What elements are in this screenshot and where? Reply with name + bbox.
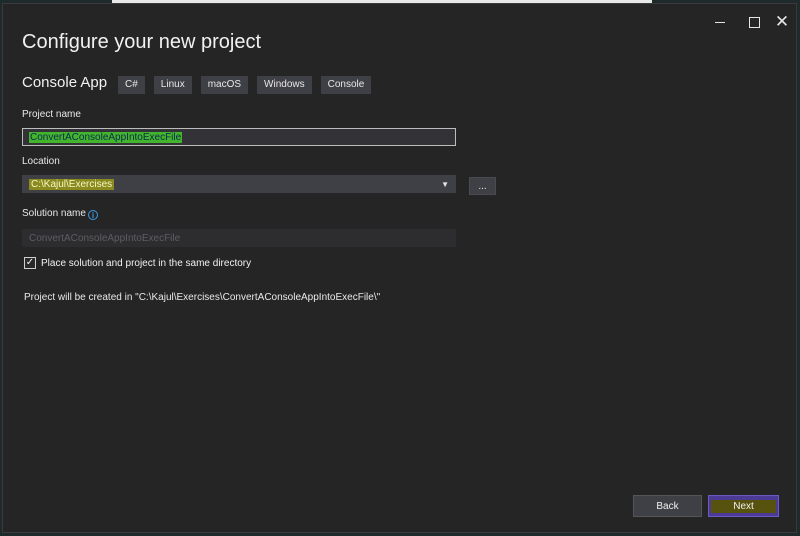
location-combobox[interactable]: C:\Kajul\Exercises ▼	[22, 175, 456, 193]
location-value: C:\Kajul\Exercises	[29, 178, 115, 190]
project-path-text: Project will be created in "C:\Kajul\Exe…	[24, 292, 381, 303]
same-directory-checkbox[interactable]: ✓	[24, 257, 36, 269]
template-name: Console App	[22, 74, 108, 91]
configure-project-dialog: ✕ Configure your new project Console App…	[2, 3, 797, 533]
chevron-down-icon[interactable]: ▼	[441, 180, 449, 189]
project-name-value: ConvertAConsoleAppIntoExecFile	[29, 131, 183, 143]
back-button-label: Back	[656, 500, 679, 512]
minimize-icon	[715, 21, 725, 23]
tag-macos: macOS	[200, 76, 249, 94]
location-label: Location	[22, 156, 60, 167]
close-button[interactable]: ✕	[765, 11, 799, 33]
tag-csharp: C#	[118, 76, 145, 94]
minimize-button[interactable]	[703, 11, 737, 33]
info-icon[interactable]: i	[88, 210, 98, 220]
next-button[interactable]: Next	[708, 495, 779, 517]
solution-name-placeholder: ConvertAConsoleAppIntoExecFile	[29, 232, 181, 244]
solution-name-label: Solution name	[22, 208, 86, 219]
maximize-icon	[748, 16, 760, 28]
solution-name-input: ConvertAConsoleAppIntoExecFile	[22, 229, 456, 247]
template-tags: C# Linux macOS Windows Console	[118, 76, 372, 94]
project-name-input[interactable]: ConvertAConsoleAppIntoExecFile	[22, 128, 456, 146]
checkmark-icon: ✓	[25, 257, 35, 268]
tag-linux: Linux	[153, 76, 192, 94]
same-directory-label[interactable]: Place solution and project in the same d…	[41, 258, 251, 269]
tag-windows: Windows	[257, 76, 312, 94]
back-button[interactable]: Back	[633, 495, 702, 517]
browse-button[interactable]: ...	[469, 177, 496, 195]
close-icon: ✕	[774, 12, 790, 31]
tag-console: Console	[320, 76, 372, 94]
project-name-label: Project name	[22, 109, 81, 120]
page-title: Configure your new project	[22, 31, 262, 53]
next-button-label: Next	[711, 499, 776, 513]
